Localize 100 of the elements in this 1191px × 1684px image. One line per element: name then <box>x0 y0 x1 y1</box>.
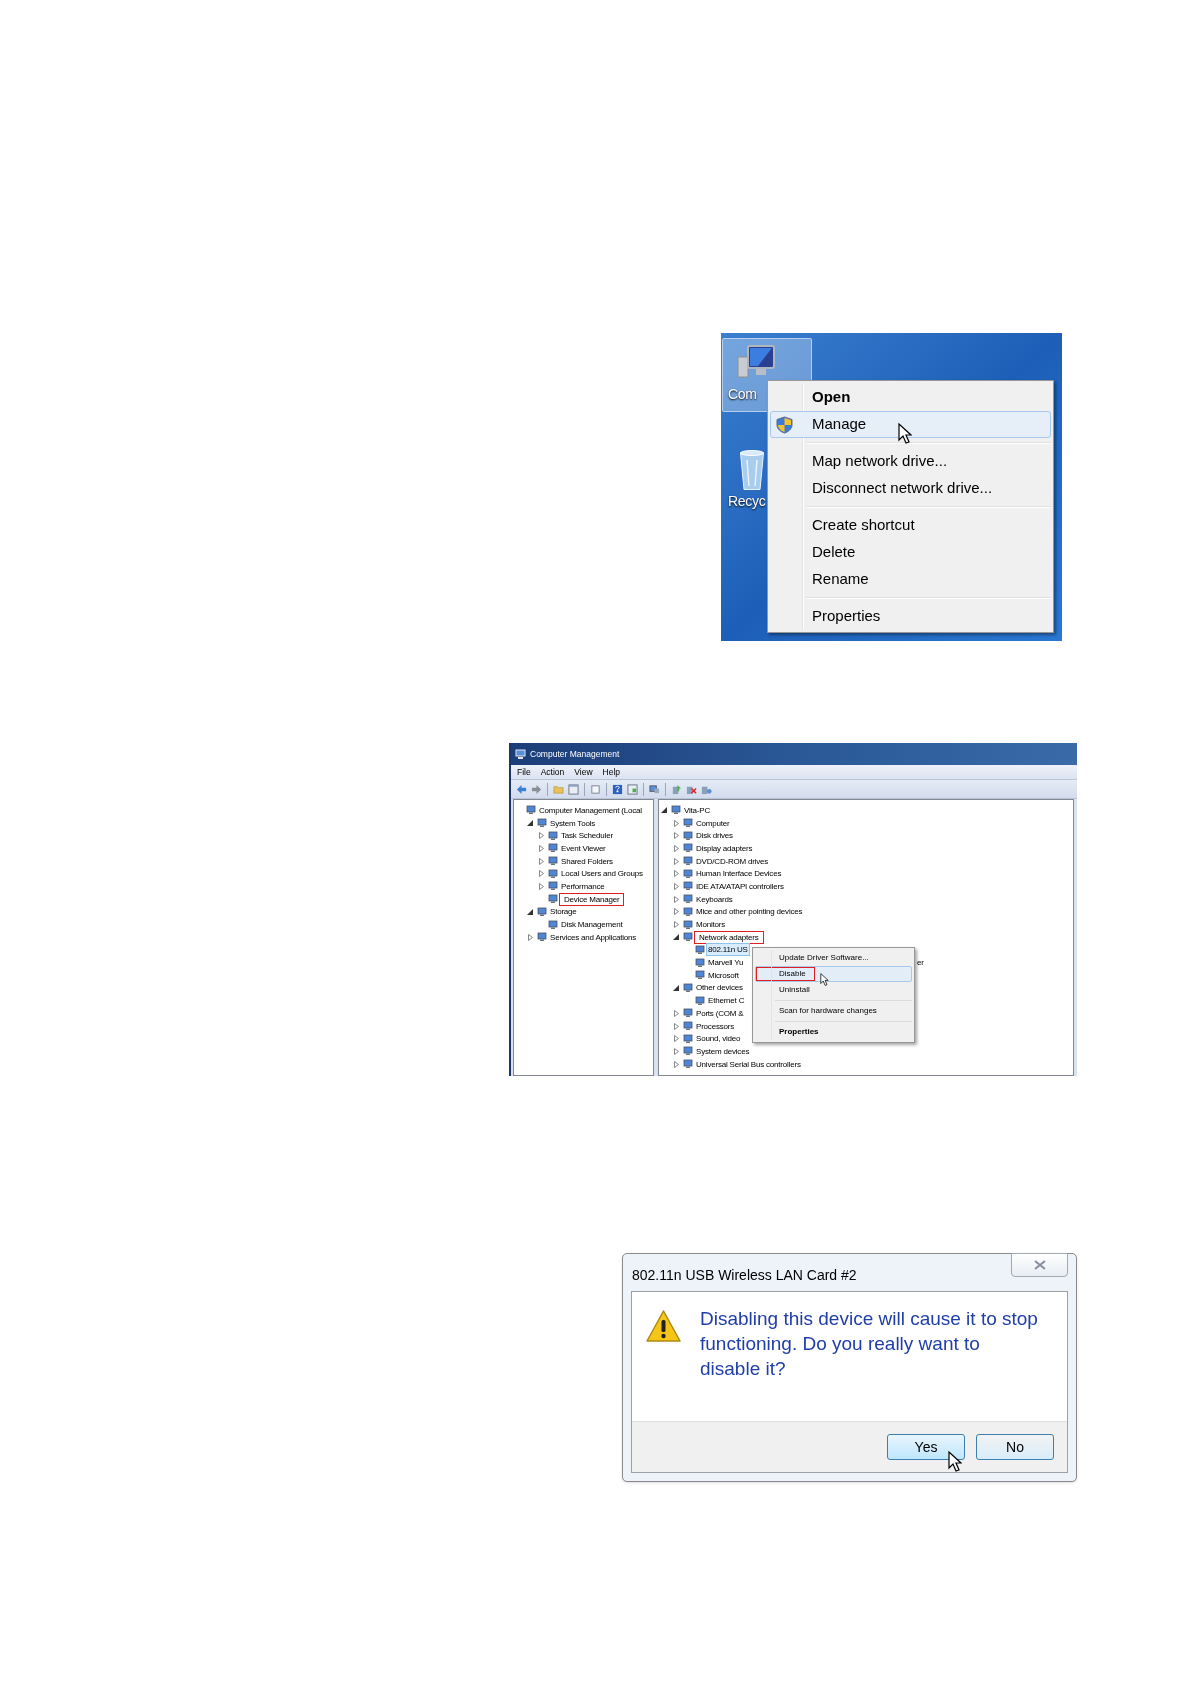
collapsed-arrow-icon[interactable] <box>673 908 679 916</box>
recycle-bin-icon <box>740 450 764 490</box>
tree-item[interactable]: Mice and other pointing devices <box>695 906 804 918</box>
tree-item[interactable]: Disk drives <box>695 830 734 842</box>
device-icon <box>683 1008 693 1019</box>
menu-item[interactable]: Scan for hardware changes <box>777 1005 879 1017</box>
tree-item[interactable]: Computer <box>695 817 731 829</box>
tree-item[interactable]: Task Scheduler <box>560 830 614 842</box>
no-button[interactable]: No <box>976 1434 1054 1460</box>
tree-item[interactable]: DVD/CD-ROM drives <box>695 855 770 867</box>
device-icon <box>548 868 558 879</box>
cursor-icon <box>948 1451 962 1472</box>
collapsed-arrow-icon[interactable] <box>673 1035 679 1043</box>
menu-item[interactable]: Delete <box>770 539 1051 566</box>
close-icon <box>1033 1260 1046 1270</box>
tree-item[interactable]: 802.11n US <box>707 944 749 956</box>
device-icon <box>548 894 558 905</box>
device-icon <box>683 868 693 879</box>
menu-item[interactable]: Action <box>540 765 565 779</box>
collapsed-arrow-icon[interactable] <box>538 832 544 840</box>
collapsed-arrow-icon[interactable] <box>538 882 544 890</box>
tree-item[interactable]: Device Manager <box>560 893 624 905</box>
collapsed-arrow-icon[interactable] <box>538 844 544 852</box>
menu-item[interactable]: Properties <box>777 1026 821 1038</box>
tree-item[interactable]: Monitors <box>695 919 727 931</box>
device-icon <box>683 1059 693 1070</box>
device-icon <box>537 818 547 829</box>
collapsed-arrow-icon[interactable] <box>673 844 679 852</box>
tree-item[interactable]: Microsoft <box>707 969 740 981</box>
device-icon <box>683 919 693 930</box>
collapsed-arrow-icon[interactable] <box>673 1060 679 1068</box>
tree-item[interactable]: System Tools <box>549 817 597 829</box>
shield-icon <box>776 416 793 434</box>
collapsed-arrow-icon[interactable] <box>673 1009 679 1017</box>
expanded-arrow-icon[interactable] <box>527 908 533 915</box>
yes-button[interactable]: Yes <box>887 1434 965 1460</box>
expanded-arrow-icon[interactable] <box>527 820 533 827</box>
device-icon <box>683 894 693 905</box>
cursor-icon <box>820 973 829 986</box>
menu-item[interactable]: Manage <box>770 411 1051 438</box>
back-arrow-icon <box>516 783 527 795</box>
menu-item[interactable]: Open <box>770 384 1051 411</box>
collapsed-arrow-icon[interactable] <box>673 1022 679 1030</box>
forward-arrow-icon <box>531 783 542 795</box>
menu-item[interactable]: Map network drive... <box>770 448 1051 475</box>
collapsed-arrow-icon[interactable] <box>673 895 679 903</box>
tree-item[interactable]: Display adapters <box>695 842 754 854</box>
collapsed-arrow-icon[interactable] <box>673 857 679 865</box>
tree-item[interactable]: Disk Management <box>560 919 624 931</box>
tree-item[interactable]: Human Interface Devices <box>695 868 783 880</box>
collapsed-arrow-icon[interactable] <box>673 832 679 840</box>
window-icon <box>568 783 579 795</box>
menu-item[interactable]: Help <box>602 765 621 779</box>
menu-item[interactable]: View <box>574 765 593 779</box>
tree-item[interactable]: Network adapters <box>695 931 763 943</box>
tree-item[interactable]: Local Users and Groups <box>560 868 644 880</box>
dialog-title: 802.11n USB Wireless LAN Card #2 <box>632 1266 857 1285</box>
device-icon <box>683 881 693 892</box>
tree-item[interactable]: Marvell Yu <box>707 957 745 969</box>
collapsed-arrow-icon[interactable] <box>538 870 544 878</box>
tree-item[interactable]: Universal Serial Bus controllers <box>695 1058 802 1070</box>
device-icon <box>695 970 705 981</box>
tree-item[interactable]: Computer Management (Local <box>538 804 643 816</box>
collapsed-arrow-icon[interactable] <box>527 933 533 941</box>
collapsed-arrow-icon[interactable] <box>673 1047 679 1055</box>
device-icon <box>683 1021 693 1032</box>
tree-item[interactable]: Performance <box>560 880 606 892</box>
expanded-arrow-icon[interactable] <box>661 807 667 814</box>
menu-item[interactable]: Rename <box>770 566 1051 593</box>
expanded-arrow-icon[interactable] <box>673 934 679 941</box>
tree-item[interactable]: Keyboards <box>695 893 734 905</box>
collapsed-arrow-icon[interactable] <box>673 870 679 878</box>
tree-item[interactable]: er <box>917 957 924 969</box>
tree-item[interactable]: Ethernet C <box>707 995 746 1007</box>
tree-item[interactable]: Ports (COM & <box>695 1007 745 1019</box>
tree-item[interactable]: IDE ATA/ATAPI controllers <box>695 880 785 892</box>
menu-item[interactable]: File <box>517 765 531 779</box>
tree-item[interactable]: System devices <box>695 1045 751 1057</box>
menu-item[interactable]: Disconnect network drive... <box>770 475 1051 502</box>
menu-item[interactable]: Create shortcut <box>770 512 1051 539</box>
collapsed-arrow-icon[interactable] <box>673 882 679 890</box>
menu-item[interactable]: Properties <box>770 603 1051 630</box>
tree-item[interactable]: Sound, video <box>695 1033 742 1045</box>
device-icon <box>695 944 705 955</box>
menu-item[interactable]: Update Driver Software... <box>777 952 871 964</box>
tree-item[interactable]: Other devices <box>695 982 744 994</box>
tree-item[interactable]: Vita-PC <box>683 804 712 816</box>
tree-item[interactable]: Services and Applications <box>549 931 638 943</box>
device-icon <box>548 843 558 854</box>
device-icon <box>537 932 547 943</box>
tree-item[interactable]: Processors <box>695 1020 735 1032</box>
collapsed-arrow-icon[interactable] <box>673 921 679 929</box>
tree-item[interactable]: Storage <box>549 906 578 918</box>
menu-item[interactable]: Uninstall <box>777 984 812 996</box>
close-button[interactable] <box>1011 1253 1068 1277</box>
collapsed-arrow-icon[interactable] <box>538 857 544 865</box>
tree-item[interactable]: Shared Folders <box>560 855 614 867</box>
collapsed-arrow-icon[interactable] <box>673 819 679 827</box>
expanded-arrow-icon[interactable] <box>673 984 679 991</box>
tree-item[interactable]: Event Viewer <box>560 842 607 854</box>
